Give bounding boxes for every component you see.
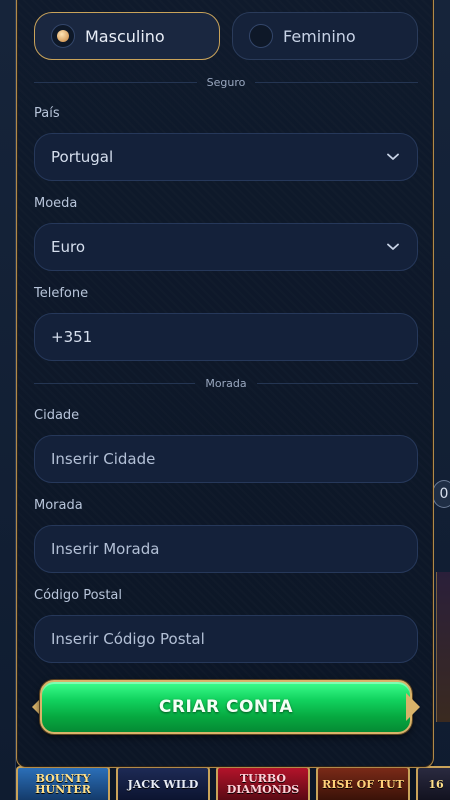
create-account-button[interactable]: CRIAR CONTA xyxy=(40,680,412,734)
pais-value: Portugal xyxy=(51,148,114,166)
divider-line xyxy=(34,382,196,384)
radio-selected-dot xyxy=(57,30,69,42)
background-nav-circle[interactable]: 0 xyxy=(432,480,450,508)
morada-placeholder: Inserir Morada xyxy=(51,540,160,558)
telefone-input[interactable]: +351 xyxy=(34,313,418,361)
gender-option-masculino[interactable]: Masculino xyxy=(34,12,220,60)
registration-modal: Masculino Feminino Seguro País Portugal … xyxy=(16,0,434,768)
section-divider-seguro: Seguro xyxy=(34,75,418,89)
game-tile[interactable]: RISE OF TUT xyxy=(316,766,410,800)
section-title: Seguro xyxy=(206,75,246,89)
radio-icon xyxy=(51,24,75,48)
radio-icon xyxy=(249,24,273,48)
moeda-select[interactable]: Euro xyxy=(34,223,418,271)
pais-select[interactable]: Portugal xyxy=(34,133,418,181)
cidade-input[interactable]: Inserir Cidade xyxy=(34,435,418,483)
button-ornament-right xyxy=(406,693,420,721)
moeda-value: Euro xyxy=(51,238,85,256)
section-divider-morada: Morada xyxy=(34,376,418,390)
game-tile[interactable]: TURBO DIAMONDS xyxy=(216,766,310,800)
gender-selector: Masculino Feminino xyxy=(34,12,418,60)
cidade-label: Cidade xyxy=(34,408,80,423)
background-game-tile-edge[interactable] xyxy=(436,572,450,722)
morada-label: Morada xyxy=(34,498,83,513)
divider-line xyxy=(34,81,197,83)
codigo-postal-input[interactable]: Inserir Código Postal xyxy=(34,615,418,663)
telefone-value: +351 xyxy=(51,328,93,346)
morada-input[interactable]: Inserir Morada xyxy=(34,525,418,573)
gender-option-feminino[interactable]: Feminino xyxy=(232,12,418,60)
games-strip: BOUNTY HUNTER JACK WILD TURBO DIAMONDS R… xyxy=(0,766,450,800)
codigo-postal-placeholder: Inserir Código Postal xyxy=(51,630,205,648)
divider-line xyxy=(255,81,418,83)
background-left-panel xyxy=(0,0,16,800)
gender-option-label: Masculino xyxy=(85,26,165,46)
moeda-label: Moeda xyxy=(34,196,78,211)
section-title: Morada xyxy=(205,376,247,390)
divider-line xyxy=(256,382,418,384)
chevron-down-icon xyxy=(385,239,401,255)
gender-option-label: Feminino xyxy=(283,26,356,46)
game-tile[interactable]: 16 xyxy=(416,766,450,800)
telefone-label: Telefone xyxy=(34,286,89,301)
game-tile[interactable]: JACK WILD xyxy=(116,766,210,800)
chevron-down-icon xyxy=(385,149,401,165)
codigo-postal-label: Código Postal xyxy=(34,588,123,603)
game-tile[interactable]: BOUNTY HUNTER xyxy=(16,766,110,800)
create-account-button-wrap: CRIAR CONTA xyxy=(32,680,420,736)
pais-label: País xyxy=(34,106,60,121)
cidade-placeholder: Inserir Cidade xyxy=(51,450,156,468)
